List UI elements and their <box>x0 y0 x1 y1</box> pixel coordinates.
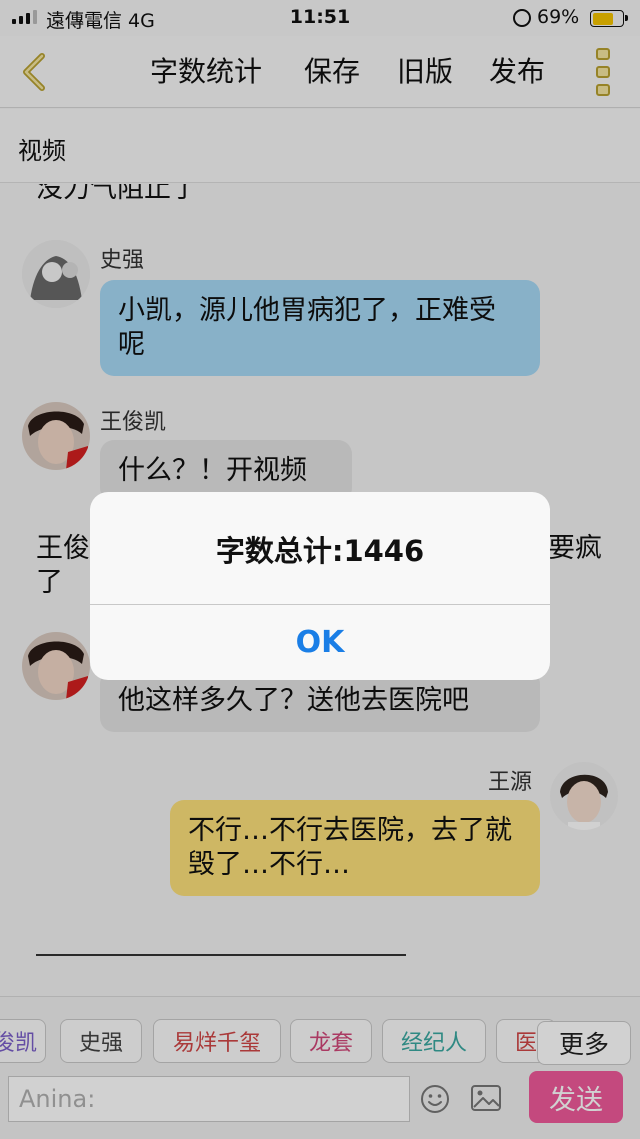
word-count-alert: 字数总计:1446 OK <box>90 492 550 680</box>
alert-title: 字数总计:1446 <box>215 534 425 568</box>
alert-ok-button[interactable]: OK <box>90 605 550 680</box>
